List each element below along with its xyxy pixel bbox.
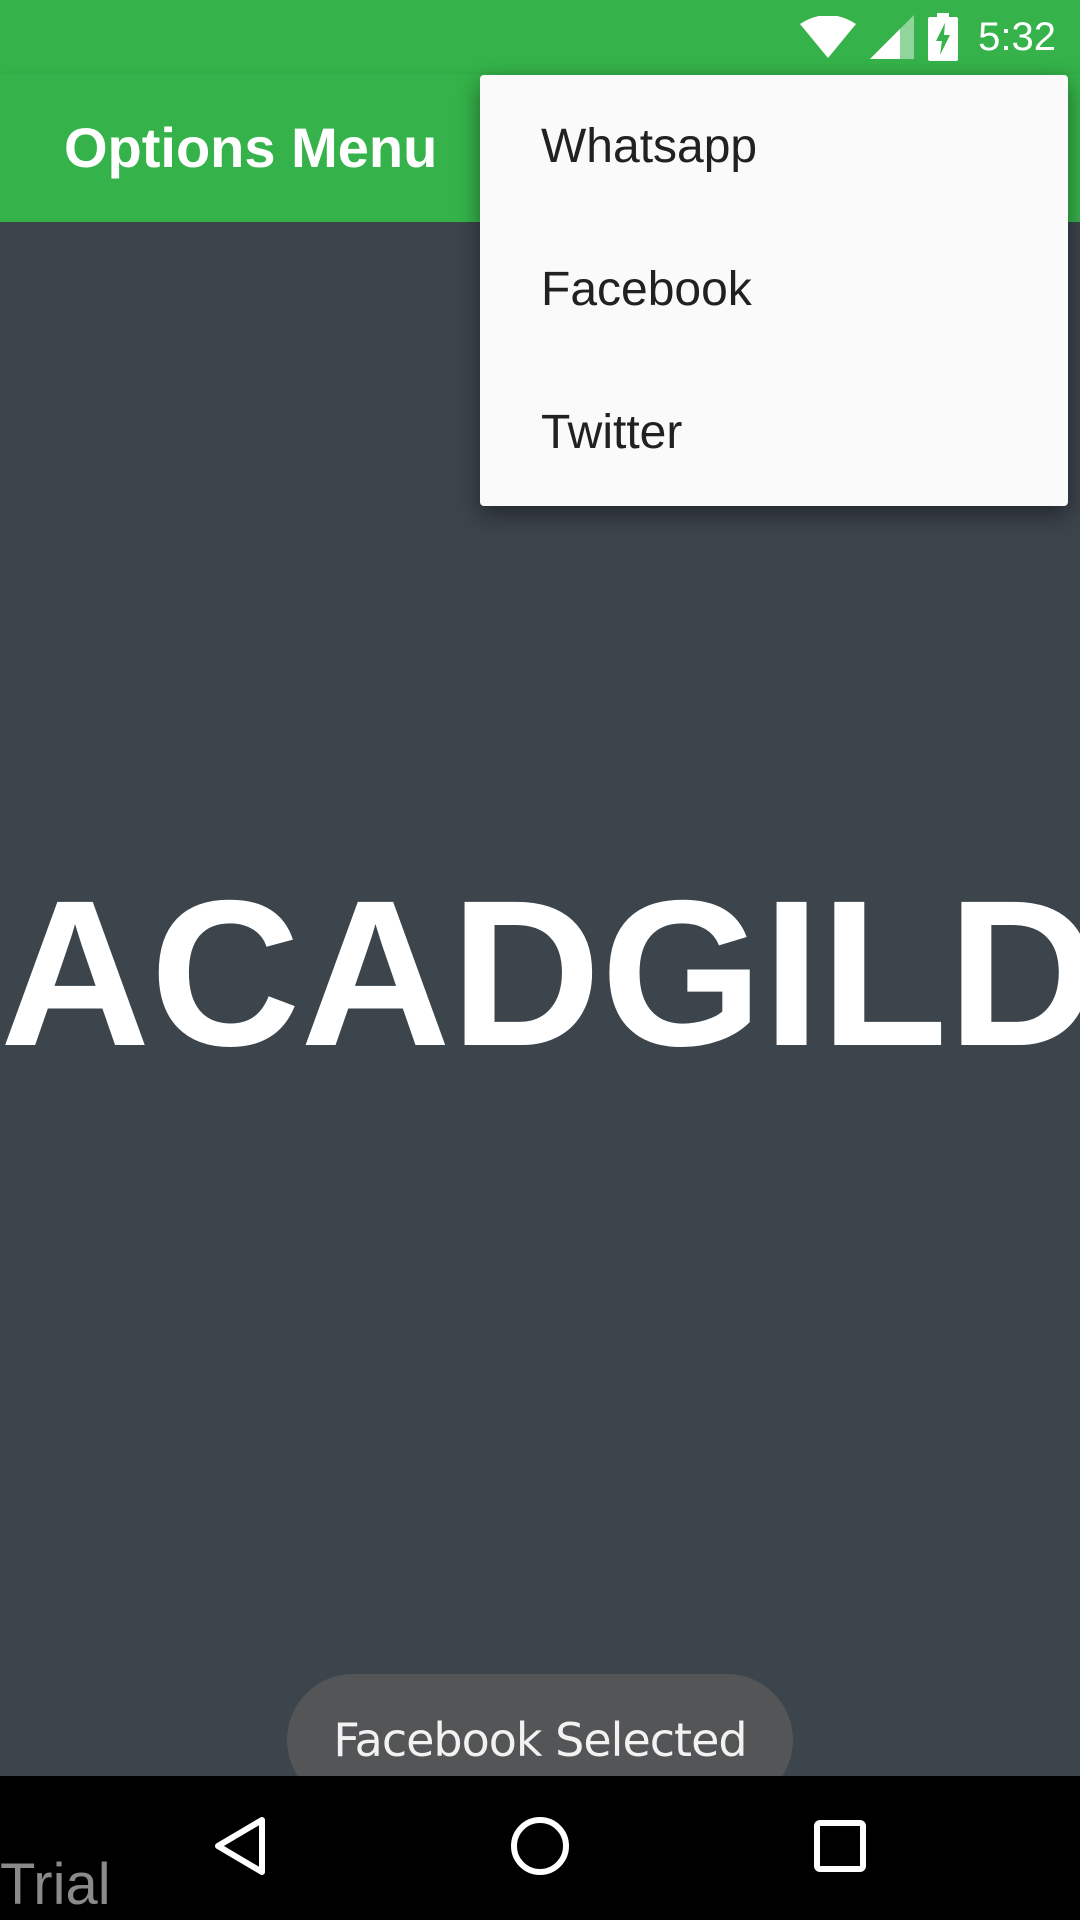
home-icon [510, 1816, 570, 1881]
recents-icon [814, 1819, 866, 1877]
overflow-menu: Whatsapp Facebook Twitter [480, 75, 1068, 506]
status-bar: 5:32 [0, 0, 1080, 74]
status-icons: 5:32 [800, 10, 1056, 64]
status-time: 5:32 [978, 14, 1056, 59]
navigation-bar [0, 1776, 1080, 1920]
menu-item-facebook[interactable]: Facebook [480, 218, 1068, 361]
home-button[interactable] [490, 1798, 590, 1898]
toast-message: Facebook Selected [333, 1713, 747, 1767]
cell-signal-icon [870, 15, 915, 59]
back-button[interactable] [190, 1798, 290, 1898]
back-icon [212, 1816, 268, 1881]
battery-charging-icon [928, 13, 959, 61]
trial-watermark: Trial [0, 1852, 111, 1917]
menu-item-whatsapp[interactable]: Whatsapp [480, 75, 1068, 218]
hero-text: ACADGILD [0, 858, 1080, 1090]
recents-button[interactable] [790, 1798, 890, 1898]
menu-item-twitter[interactable]: Twitter [480, 361, 1068, 504]
wifi-icon [800, 16, 857, 58]
app-title: Options Menu [64, 116, 438, 179]
